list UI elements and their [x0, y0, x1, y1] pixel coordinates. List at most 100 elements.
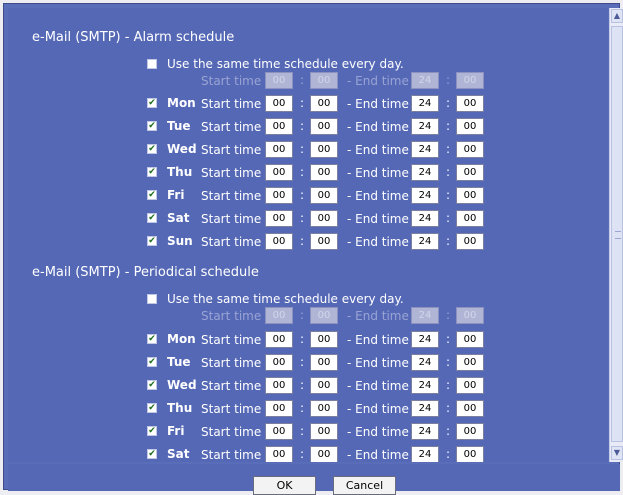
end-hour-input[interactable]: 24 [411, 187, 439, 204]
start-minute-input[interactable]: 00 [310, 423, 338, 440]
settings-frame: e-Mail (SMTP) - Alarm schedule Use the s… [3, 3, 623, 495]
periodical-fri-checkbox[interactable]: ✔ [147, 426, 157, 436]
start-hour-input[interactable]: 00 [265, 141, 293, 158]
end-hour-input[interactable]: 24 [411, 423, 439, 440]
start-hour-input[interactable]: 00 [265, 446, 293, 462]
end-minute-input[interactable]: 00 [456, 72, 484, 89]
start-minute-input[interactable]: 00 [310, 331, 338, 348]
scrollbar-thumb[interactable] [611, 26, 623, 442]
end-hour-input[interactable]: 24 [411, 72, 439, 89]
start-minute-input[interactable]: 00 [310, 164, 338, 181]
end-hour-input[interactable]: 24 [411, 331, 439, 348]
start-time-label: Start time [201, 356, 262, 370]
end-hour-input[interactable]: 24 [411, 210, 439, 227]
end-hour-input[interactable]: 24 [411, 400, 439, 417]
end-minute-input[interactable]: 00 [456, 377, 484, 394]
start-hour-input[interactable]: 00 [265, 72, 293, 89]
end-minute-input[interactable]: 00 [456, 210, 484, 227]
start-hour-input[interactable]: 00 [265, 187, 293, 204]
start-hour-input[interactable]: 00 [265, 377, 293, 394]
start-minute-input[interactable]: 00 [310, 446, 338, 462]
scroll-down-arrow-icon[interactable]: ▼ [611, 446, 623, 460]
start-minute-input[interactable]: 00 [310, 95, 338, 112]
alarm-day-row-wed: ✔ Wed Start time 00 : 00 - End time 24 :… [8, 140, 608, 160]
alarm-same-schedule-checkbox[interactable] [147, 59, 157, 69]
periodical-same-schedule-checkbox[interactable] [147, 294, 157, 304]
end-minute-input[interactable]: 00 [456, 141, 484, 158]
colon-separator: : [300, 188, 305, 202]
periodical-wed-checkbox[interactable]: ✔ [147, 380, 157, 390]
colon-separator: : [446, 165, 451, 179]
start-hour-input[interactable]: 00 [265, 400, 293, 417]
periodical-thu-checkbox[interactable]: ✔ [147, 403, 157, 413]
day-label: Thu [167, 165, 193, 179]
scroll-up-arrow-icon[interactable]: ▲ [611, 9, 623, 23]
end-hour-input[interactable]: 24 [411, 118, 439, 135]
end-hour-input[interactable]: 24 [411, 141, 439, 158]
start-hour-input[interactable]: 00 [265, 95, 293, 112]
start-hour-input[interactable]: 00 [265, 423, 293, 440]
start-minute-input[interactable]: 00 [310, 72, 338, 89]
end-minute-input[interactable]: 00 [456, 331, 484, 348]
end-minute-input[interactable]: 00 [456, 164, 484, 181]
end-minute-input[interactable]: 00 [456, 354, 484, 371]
end-minute-input[interactable]: 00 [456, 400, 484, 417]
end-hour-input[interactable]: 24 [411, 307, 439, 324]
ok-button[interactable]: OK [253, 476, 316, 495]
periodical-day-row-thu: ✔ Thu Start time 00 : 00 - End time 24 :… [8, 399, 608, 419]
end-time-label: - End time [347, 356, 409, 370]
start-minute-input[interactable]: 00 [310, 400, 338, 417]
start-minute-input[interactable]: 00 [310, 141, 338, 158]
start-hour-input[interactable]: 00 [265, 118, 293, 135]
start-minute-input[interactable]: 00 [310, 187, 338, 204]
day-label: Mon [167, 96, 196, 110]
end-minute-input[interactable]: 00 [456, 118, 484, 135]
alarm-fri-checkbox[interactable]: ✔ [147, 190, 157, 200]
start-hour-input[interactable]: 00 [265, 354, 293, 371]
start-minute-input[interactable]: 00 [310, 210, 338, 227]
start-minute-input[interactable]: 00 [310, 118, 338, 135]
start-hour-input[interactable]: 00 [265, 331, 293, 348]
end-minute-input[interactable]: 00 [456, 187, 484, 204]
start-time-label: Start time [201, 379, 262, 393]
end-hour-input[interactable]: 24 [411, 446, 439, 462]
end-minute-input[interactable]: 00 [456, 307, 484, 324]
end-time-label: - End time [347, 402, 409, 416]
start-minute-input[interactable]: 00 [310, 233, 338, 250]
colon-separator: : [446, 355, 451, 369]
day-label: Thu [167, 401, 193, 415]
start-minute-input[interactable]: 00 [310, 307, 338, 324]
alarm-sat-checkbox[interactable]: ✔ [147, 213, 157, 223]
end-hour-input[interactable]: 24 [411, 95, 439, 112]
cancel-button[interactable]: Cancel [333, 476, 396, 495]
alarm-thu-checkbox[interactable]: ✔ [147, 167, 157, 177]
day-label: Sun [167, 234, 193, 248]
start-minute-input[interactable]: 00 [310, 377, 338, 394]
alarm-mon-checkbox[interactable]: ✔ [147, 98, 157, 108]
periodical-mon-checkbox[interactable]: ✔ [147, 334, 157, 344]
end-time-label: - End time [347, 143, 409, 157]
alarm-tue-checkbox[interactable]: ✔ [147, 121, 157, 131]
end-time-label: - End time [347, 166, 409, 180]
end-minute-input[interactable]: 00 [456, 233, 484, 250]
alarm-sun-checkbox[interactable]: ✔ [147, 236, 157, 246]
end-hour-input[interactable]: 24 [411, 377, 439, 394]
end-minute-input[interactable]: 00 [456, 95, 484, 112]
start-hour-input[interactable]: 00 [265, 233, 293, 250]
periodical-sat-checkbox[interactable]: ✔ [147, 449, 157, 459]
periodical-tue-checkbox[interactable]: ✔ [147, 357, 157, 367]
colon-separator: : [446, 188, 451, 202]
colon-separator: : [446, 332, 451, 346]
start-hour-input[interactable]: 00 [265, 164, 293, 181]
start-hour-input[interactable]: 00 [265, 210, 293, 227]
start-time-label: Start time [201, 425, 262, 439]
end-hour-input[interactable]: 24 [411, 164, 439, 181]
end-minute-input[interactable]: 00 [456, 446, 484, 462]
start-minute-input[interactable]: 00 [310, 354, 338, 371]
end-hour-input[interactable]: 24 [411, 354, 439, 371]
alarm-wed-checkbox[interactable]: ✔ [147, 144, 157, 154]
end-hour-input[interactable]: 24 [411, 233, 439, 250]
start-hour-input[interactable]: 00 [265, 307, 293, 324]
vertical-scrollbar[interactable]: ▲ ▼ [609, 8, 623, 462]
end-minute-input[interactable]: 00 [456, 423, 484, 440]
